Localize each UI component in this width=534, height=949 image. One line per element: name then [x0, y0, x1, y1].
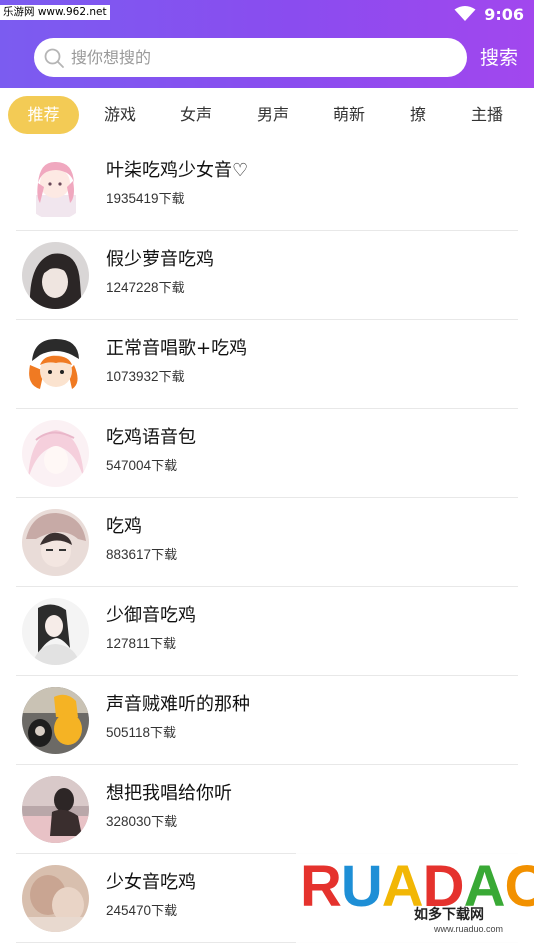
list-item[interactable]: 正常音唱歌+吃鸡 1073932下载 [0, 320, 534, 409]
item-title: 假少萝音吃鸡 [106, 249, 214, 270]
item-title: 吃鸡 [106, 516, 142, 537]
avatar [22, 242, 89, 309]
voice-pack-list: 叶柒吃鸡少女音♡ 1935419下载 假少萝音吃鸡 1247228下载 正常音唱… [0, 142, 534, 943]
download-count: 505118下载 [106, 725, 177, 741]
tab-streamer[interactable]: 主播 [461, 96, 513, 134]
avatar [22, 420, 89, 487]
list-item[interactable]: 想把我唱给你听 328030下载 [0, 765, 534, 854]
search-input[interactable] [65, 38, 467, 77]
item-title: 叶柒吃鸡少女音♡ [106, 160, 249, 181]
list-item[interactable]: 叶柒吃鸡少女音♡ 1935419下载 [0, 142, 534, 231]
avatar [22, 331, 89, 398]
tab-games[interactable]: 游戏 [94, 96, 146, 134]
app-header: 乐游网 www.962.net 9:06 搜索 [0, 0, 534, 88]
search-icon [44, 48, 64, 68]
item-title: 声音贼难听的那种 [106, 694, 250, 715]
status-bar: 9:06 [454, 3, 524, 25]
ruanduo-watermark-logo: RUADAO 如多下载网 www.ruaduo.com [296, 852, 534, 949]
wifi-icon [454, 6, 476, 21]
item-title: 吃鸡语音包 [106, 427, 196, 448]
tab-female-voice[interactable]: 女声 [170, 96, 222, 134]
avatar [22, 598, 89, 665]
download-count: 127811下载 [106, 636, 177, 652]
search-box[interactable] [34, 38, 467, 77]
item-title: 正常音唱歌+吃鸡 [106, 338, 248, 359]
download-count: 547004下载 [106, 458, 178, 474]
download-count: 1073932下载 [106, 369, 185, 385]
download-count: 245470下载 [106, 903, 178, 919]
brand-cn-name: 如多下载网 [414, 907, 484, 923]
list-item[interactable]: 声音贼难听的那种 505118下载 [0, 676, 534, 765]
list-item[interactable]: 少御音吃鸡 127811下载 [0, 587, 534, 676]
status-time: 9:06 [484, 4, 524, 24]
avatar [22, 687, 89, 754]
category-tabs: 推荐 游戏 女声 男声 萌新 撩 主播 [0, 93, 534, 137]
tab-male-voice[interactable]: 男声 [247, 96, 299, 134]
brand-url: www.ruaduo.com [434, 924, 504, 934]
search-button[interactable]: 搜索 [480, 44, 518, 72]
avatar [22, 776, 89, 843]
download-count: 1247228下载 [106, 280, 185, 296]
list-item[interactable]: 吃鸡语音包 547004下载 [0, 409, 534, 498]
download-count: 1935419下载 [106, 191, 185, 207]
item-title: 想把我唱给你听 [106, 783, 232, 804]
avatar [22, 865, 89, 932]
avatar [22, 509, 89, 576]
download-count: 328030下载 [106, 814, 178, 830]
tab-flirt[interactable]: 撩 [403, 96, 433, 134]
site-watermark: 乐游网 www.962.net [0, 5, 110, 20]
avatar [22, 153, 89, 220]
item-title: 少女音吃鸡 [106, 872, 196, 893]
download-count: 883617下载 [106, 547, 178, 563]
tab-newbie[interactable]: 萌新 [323, 96, 375, 134]
tab-recommend[interactable]: 推荐 [8, 96, 79, 134]
item-title: 少御音吃鸡 [106, 605, 196, 626]
list-item[interactable]: 吃鸡 883617下载 [0, 498, 534, 587]
list-item[interactable]: 假少萝音吃鸡 1247228下载 [0, 231, 534, 320]
